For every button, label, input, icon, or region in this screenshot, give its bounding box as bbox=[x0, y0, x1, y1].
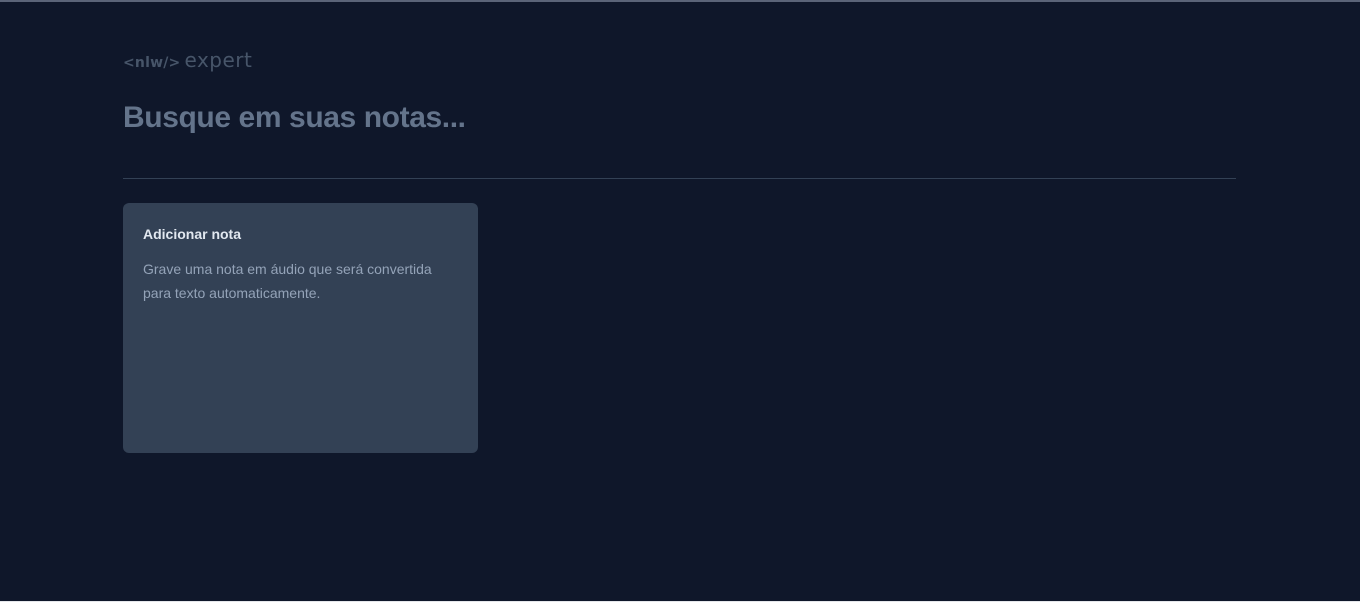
main-container: <nlw/> expert Adicionar nota Grave uma n… bbox=[123, 48, 1236, 453]
divider bbox=[123, 178, 1236, 179]
add-note-description: Grave uma nota em áudio que será convert… bbox=[143, 261, 432, 301]
notes-grid: Adicionar nota Grave uma nota em áudio q… bbox=[123, 203, 1236, 453]
add-note-card[interactable]: Adicionar nota Grave uma nota em áudio q… bbox=[123, 203, 478, 453]
window-top-border bbox=[0, 0, 1360, 2]
nlw-expert-logo: <nlw/> expert bbox=[123, 48, 1236, 74]
add-note-title: Adicionar nota bbox=[143, 226, 242, 242]
logo-nlw-text: <nlw/> bbox=[123, 55, 181, 71]
search-form bbox=[123, 94, 1236, 142]
search-input[interactable] bbox=[123, 94, 1236, 142]
logo-expert-text: expert bbox=[184, 48, 253, 72]
